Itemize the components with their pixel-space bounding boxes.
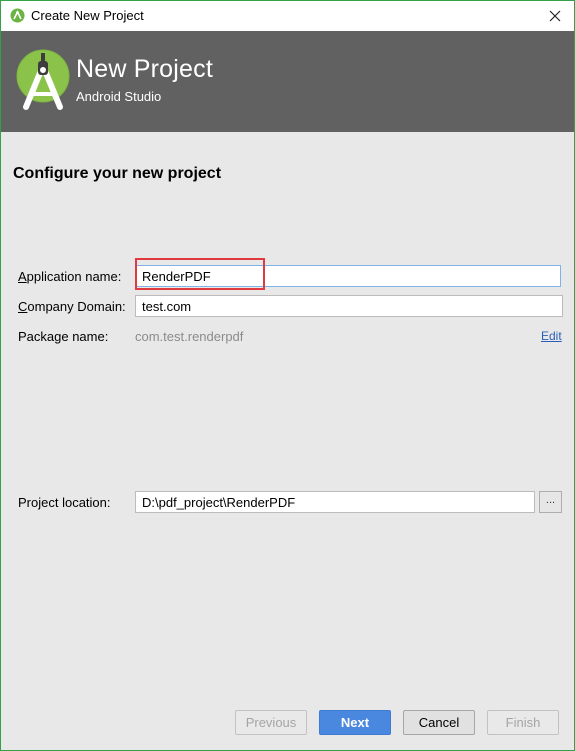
window-title: Create New Project (31, 8, 144, 23)
banner-subtitle: Android Studio (76, 89, 162, 104)
company-domain-label: Company Domain: (18, 299, 126, 314)
close-icon (549, 10, 561, 22)
banner-title: New Project (76, 55, 213, 83)
project-location-label: Project location: (18, 495, 111, 510)
close-button[interactable] (544, 5, 566, 27)
company-domain-input[interactable] (135, 295, 563, 317)
application-name-input[interactable] (135, 265, 561, 287)
next-button[interactable]: Next (319, 710, 391, 735)
android-studio-icon (10, 8, 25, 23)
header-banner: New Project Android Studio (1, 31, 574, 132)
finish-button[interactable]: Finish (487, 710, 559, 735)
browse-button[interactable]: ... (539, 491, 562, 513)
page-heading: Configure your new project (13, 165, 222, 182)
company-domain-label-text: ompany Domain: (27, 299, 126, 314)
application-name-label: Application name: (18, 269, 121, 284)
create-project-dialog: Create New Project New Project Android S… (0, 0, 575, 751)
application-name-label-text: pplication name: (26, 269, 122, 284)
package-name-label: Package name: (18, 329, 109, 344)
android-studio-logo (16, 49, 70, 110)
title-bar: Create New Project (1, 1, 574, 31)
previous-button[interactable]: Previous (235, 710, 307, 735)
project-location-input[interactable] (135, 491, 535, 513)
application-name-mnemonic: A (18, 269, 27, 284)
package-name-value: com.test.renderpdf (135, 329, 244, 344)
cancel-button[interactable]: Cancel (403, 710, 475, 735)
edit-package-link[interactable]: Edit (541, 329, 562, 343)
company-domain-mnemonic: C (18, 299, 28, 314)
